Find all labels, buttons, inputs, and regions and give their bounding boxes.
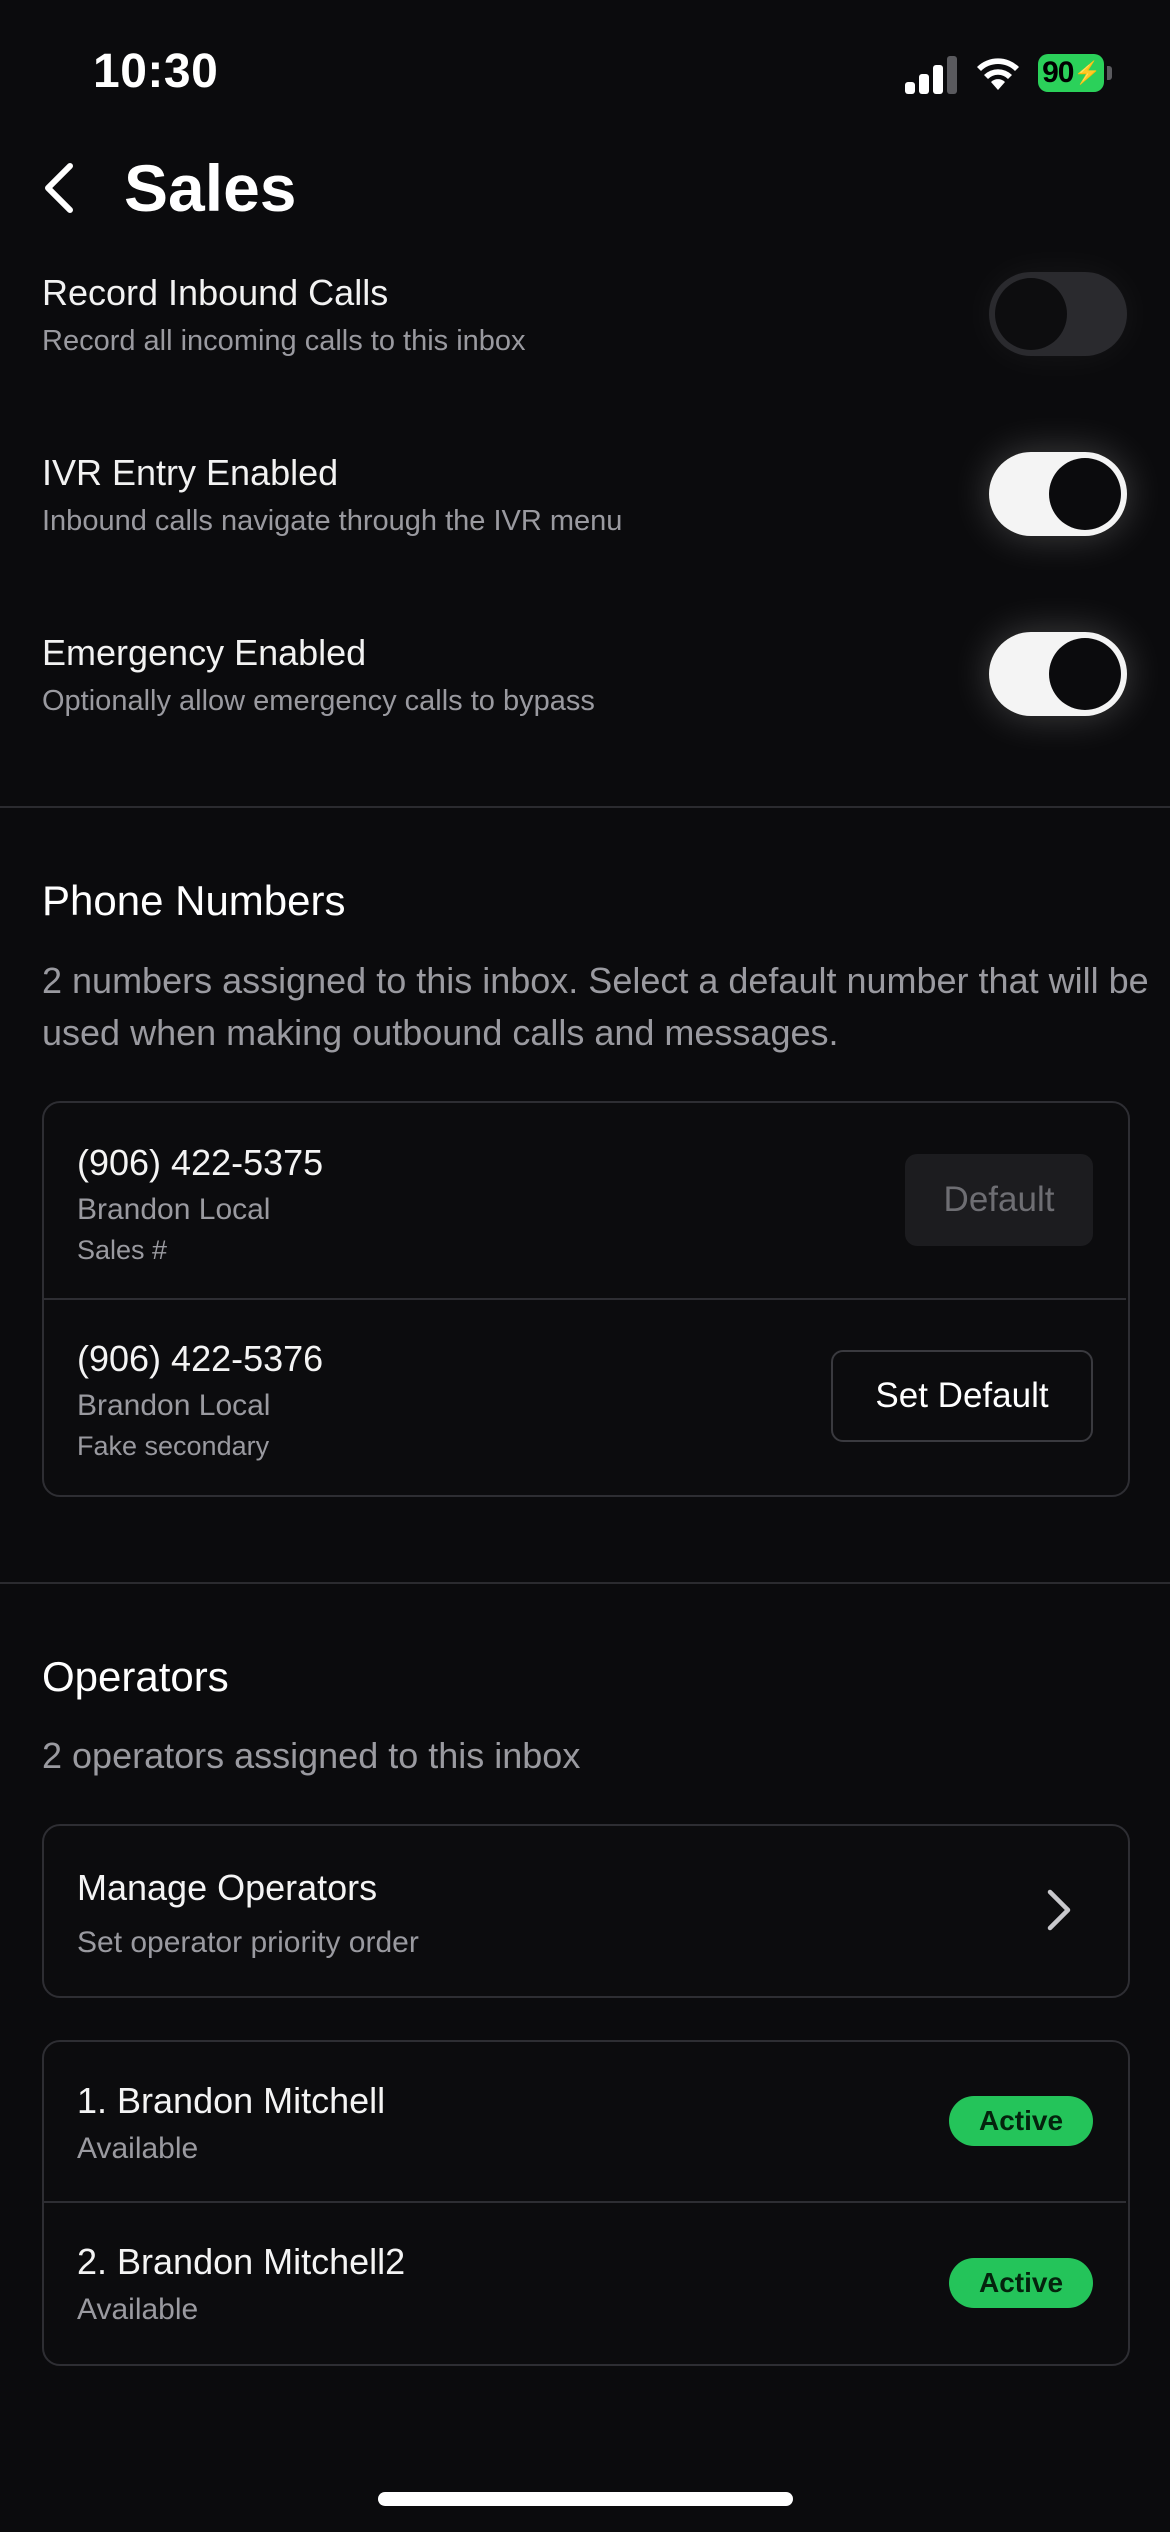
operators-description: 2 operators assigned to this inbox: [42, 1735, 581, 1776]
operator-name: 1. Brandon Mitchell: [77, 2080, 386, 2121]
chevron-right-icon: [1047, 1889, 1071, 1931]
battery-level: 90: [1042, 56, 1074, 89]
toggle-knob: [1049, 458, 1121, 530]
operator-name: 2. Brandon Mitchell2: [77, 2241, 406, 2282]
manage-operators-card[interactable]: [42, 1824, 1130, 1998]
phone-location: Brandon Local: [77, 1389, 271, 1422]
section-divider: [0, 1582, 1170, 1584]
status-badge: Active: [949, 2258, 1093, 2308]
phone-note: Sales #: [77, 1235, 168, 1265]
operators-title: Operators: [42, 1653, 229, 1700]
ivr-entry-label: IVR Entry Enabled: [42, 452, 339, 493]
phone-number: (906) 422-5375: [77, 1142, 324, 1183]
battery-tip: [1107, 66, 1112, 80]
phone-location: Brandon Local: [77, 1193, 271, 1226]
back-chevron-icon[interactable]: [40, 160, 80, 216]
row-divider: [44, 1298, 1126, 1300]
status-badge: Active: [949, 2096, 1093, 2146]
phone-numbers-description: 2 numbers assigned to this inbox. Select…: [42, 960, 1149, 1053]
set-default-button[interactable]: Set Default: [831, 1350, 1093, 1442]
row-divider: [44, 2201, 1126, 2203]
manage-operators-subtitle: Set operator priority order: [77, 1926, 419, 1959]
toggle-knob: [1049, 638, 1121, 710]
battery-icon: 90 ⚡: [1038, 54, 1104, 92]
operator-availability: Available: [77, 2293, 199, 2326]
phone-note: Fake secondary: [77, 1431, 270, 1461]
record-inbound-description: Record all incoming calls to this inbox: [42, 325, 526, 357]
emergency-toggle[interactable]: [989, 632, 1127, 716]
phone-numbers-title: Phone Numbers: [42, 877, 346, 924]
cellular-signal-icon: [905, 56, 957, 94]
section-divider: [0, 806, 1170, 808]
operator-availability: Available: [77, 2132, 199, 2165]
page-title: Sales: [124, 151, 297, 225]
ivr-entry-description: Inbound calls navigate through the IVR m…: [42, 505, 623, 537]
record-inbound-label: Record Inbound Calls: [42, 272, 389, 313]
manage-operators-title: Manage Operators: [77, 1867, 378, 1908]
record-inbound-toggle[interactable]: [989, 272, 1127, 356]
emergency-description: Optionally allow emergency calls to bypa…: [42, 685, 595, 717]
home-indicator[interactable]: [378, 2492, 793, 2506]
wifi-icon: [977, 58, 1019, 90]
status-time: 10:30: [93, 45, 219, 98]
emergency-label: Emergency Enabled: [42, 632, 367, 673]
phone-number: (906) 422-5376: [77, 1338, 324, 1379]
default-button: Default: [905, 1154, 1093, 1246]
ivr-entry-toggle[interactable]: [989, 452, 1127, 536]
toggle-knob: [995, 278, 1067, 350]
